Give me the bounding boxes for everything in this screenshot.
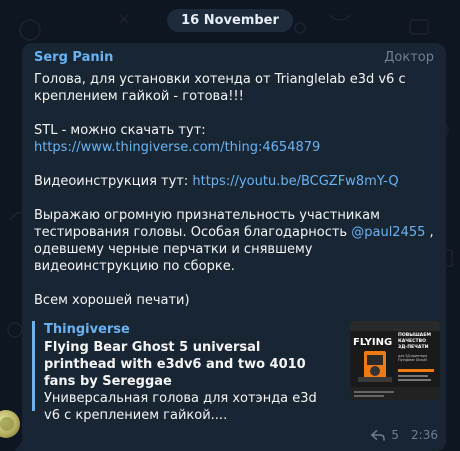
link-preview-description: Универсальная голова для хотэнда e3d v6 … — [44, 391, 317, 423]
message-paragraph: STL - можно скачать тут: https://www.thi… — [34, 122, 434, 156]
author-role-badge: Доктор — [384, 50, 434, 65]
link-preview[interactable]: Thingiverse Flying Bear Ghost 5 universa… — [32, 321, 440, 423]
stl-prefix: STL - можно скачать тут: — [34, 123, 206, 138]
message-paragraph: Видеоинструкция тут: https://youtu.be/BC… — [34, 173, 434, 190]
message-bubble[interactable]: Serg Panin Доктор Голова, для установки … — [22, 43, 446, 451]
link-preview-title: Flying Bear Ghost 5 universal printhead … — [44, 340, 306, 389]
avatar[interactable] — [0, 410, 20, 438]
message-footer: 5 2:36 — [371, 428, 438, 442]
message-paragraph: Всем хорошей печати) — [34, 293, 190, 308]
stl-link[interactable]: https://www.thingiverse.com/thing:465487… — [34, 140, 320, 155]
user-mention-link[interactable]: @paul2455 — [351, 225, 425, 240]
thumbnail-subheading: для 3Д-принтера Flyingbear Ghost5 — [398, 354, 427, 362]
author-name[interactable]: Serg Panin — [34, 50, 113, 65]
message-header: Serg Panin Доктор — [34, 50, 434, 70]
thanks-text: Выражаю огромную признательность участни… — [34, 208, 380, 240]
message-paragraph: Голова, для установки хотенда от Triangl… — [34, 72, 406, 104]
reply-icon[interactable] — [371, 429, 386, 441]
message-time: 2:36 — [411, 428, 438, 442]
reply-count[interactable]: 5 — [391, 428, 399, 442]
thumbnail-brand: FLYING — [353, 337, 392, 348]
link-preview-thumbnail[interactable]: FLYING ПОВЫШАЕМ КАЧЕСТВО 3Д-ПЕЧАТИ для 3Д-… — [350, 321, 440, 400]
date-separator: 16 November — [167, 9, 293, 32]
message-text: Голова, для установки хотенда от Triangl… — [34, 71, 434, 309]
message-paragraph: Выражаю огромную признательность участни… — [34, 207, 434, 275]
video-link[interactable]: https://youtu.be/BCGZFw8mY-Q — [192, 174, 398, 189]
video-prefix: Видеоинструкция тут: — [34, 174, 193, 189]
thumbnail-image: FLYING ПОВЫШАЕМ КАЧЕСТВО 3Д-ПЕЧАТИ для 3Д-… — [350, 321, 440, 400]
